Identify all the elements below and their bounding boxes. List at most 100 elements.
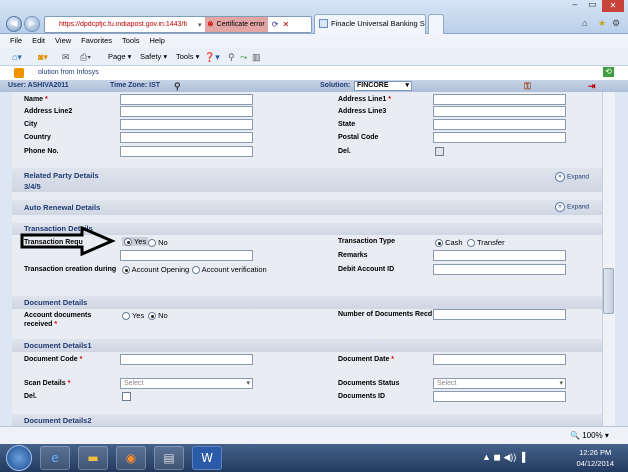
tab-finacle[interactable]: Finacle Universal Banking S...	[314, 14, 426, 34]
creation-during-label: Transaction creation during	[24, 266, 117, 273]
feeds-icon[interactable]: ◙▾	[38, 48, 48, 66]
auto-renewal-section: Auto Renewal Details	[12, 200, 602, 215]
new-tab-button[interactable]	[428, 14, 444, 34]
name-label: Name *	[24, 96, 48, 103]
doc-code-input[interactable]	[120, 354, 253, 365]
scan-details-select[interactable]: Select	[120, 378, 253, 389]
doc-date-input[interactable]	[433, 354, 566, 365]
radio-unselected[interactable]	[467, 239, 475, 248]
search-icon[interactable]: ⚲	[174, 80, 181, 92]
radio-unselected[interactable]	[192, 266, 200, 275]
menu-file[interactable]: File	[10, 34, 22, 48]
address-line3-input[interactable]	[433, 106, 566, 117]
maximize-button[interactable]: ▭	[588, 0, 597, 10]
stop-icon[interactable]: ✕	[282, 20, 289, 29]
back-icon[interactable]: ◀	[6, 16, 22, 32]
favorites-star-icon[interactable]: ★	[598, 18, 606, 29]
menu-tools[interactable]: Tools	[122, 34, 140, 48]
address-line2-input[interactable]	[120, 106, 253, 117]
radio-unselected[interactable]	[122, 312, 130, 321]
stats-icon[interactable]: ▥	[252, 48, 261, 66]
menu-help[interactable]: Help	[150, 34, 165, 48]
home-icon[interactable]: ⌂▾	[12, 48, 22, 66]
account-verification-option[interactable]: Account verification	[192, 265, 267, 275]
city-input[interactable]	[120, 119, 253, 130]
state-input[interactable]	[433, 119, 566, 130]
minimize-button[interactable]: ‒	[572, 0, 578, 10]
tools-menu[interactable]: Tools ▾	[176, 48, 199, 66]
home-icon[interactable]: ⌂	[582, 18, 587, 28]
radio-selected[interactable]	[435, 239, 443, 248]
refresh-icon[interactable]: ⟳	[272, 20, 279, 29]
country-input[interactable]	[120, 132, 253, 143]
safety-menu[interactable]: Safety ▾	[140, 48, 167, 66]
menu-view[interactable]: View	[55, 34, 71, 48]
start-button[interactable]	[6, 445, 32, 471]
key-icon[interactable]: ⚿	[524, 80, 531, 92]
solution-label: Solution:	[320, 82, 351, 89]
phone-input[interactable]	[120, 146, 253, 157]
help-icon[interactable]: ❓▾	[204, 48, 220, 66]
num-docs-input[interactable]	[433, 309, 566, 320]
debit-account-input[interactable]	[433, 264, 566, 275]
doc-del-label: Del.	[24, 393, 37, 400]
del-checkbox[interactable]	[435, 147, 444, 156]
account-opening-option[interactable]: Account Opening	[122, 265, 189, 275]
zoom-control[interactable]: 🔍 100% ▾	[570, 427, 609, 445]
radio-selected[interactable]	[124, 238, 132, 247]
tran-type-transfer[interactable]: Transfer	[467, 238, 505, 248]
firefox-icon[interactable]: ◉	[116, 446, 146, 470]
docs-received-yes[interactable]: Yes	[122, 311, 144, 321]
taskbar: e ▬ ◉ ▤ W ▲ ◼ ◀)) ▐ 12:26 PM 04/12/2014	[0, 444, 628, 472]
folder-icon[interactable]: ▬	[78, 446, 108, 470]
radio-unselected[interactable]	[148, 239, 156, 248]
related-party-expand[interactable]: » Expand	[555, 172, 589, 182]
mail-icon[interactable]: ✉	[62, 48, 70, 66]
tran-required-no[interactable]: No	[148, 238, 168, 248]
address-line1-label: Address Line1 *	[338, 96, 391, 103]
close-window-button[interactable]: ✕	[602, 0, 624, 12]
postal-code-input[interactable]	[433, 132, 566, 143]
tran-required-yes[interactable]: Yes	[122, 237, 149, 247]
scrollbar[interactable]	[602, 92, 615, 426]
url-text[interactable]: https://dpdcpfjc.fu.indiapost.gov.in:144…	[45, 21, 195, 28]
required-marker: *	[45, 96, 48, 103]
doc-del-checkbox[interactable]	[122, 392, 131, 401]
page-menu[interactable]: Page ▾	[108, 48, 131, 66]
menu-favorites[interactable]: Favorites	[81, 34, 112, 48]
refresh-app-icon[interactable]: ⟲	[603, 67, 614, 77]
auto-renewal-expand[interactable]: » Expand	[555, 202, 589, 212]
translate-icon[interactable]: ⤳	[240, 48, 247, 66]
address-line1-input[interactable]	[433, 94, 566, 105]
ie-icon[interactable]: e	[40, 446, 70, 470]
doc-id-input[interactable]	[433, 391, 566, 402]
doc-status-select[interactable]: Select	[433, 378, 566, 389]
error-icon: ⊗	[207, 21, 214, 28]
docs-received-no[interactable]: No	[148, 311, 168, 321]
address-bar[interactable]: https://dpdcpfjc.fu.indiapost.gov.in:144…	[44, 16, 312, 33]
research-icon[interactable]: ⚲	[228, 48, 235, 66]
solution-select[interactable]: FINCORE ▾	[354, 81, 412, 91]
docs-received-label: Account documents received *	[24, 312, 92, 328]
tran-amount-input[interactable]	[120, 250, 253, 261]
logout-icon[interactable]: ⇥	[588, 80, 596, 92]
print-icon[interactable]: ⎙▾	[80, 48, 91, 66]
required-marker: *	[388, 96, 391, 103]
word-icon[interactable]: W	[192, 446, 222, 470]
tran-type-cash[interactable]: Cash	[435, 238, 463, 248]
page-icon	[319, 19, 328, 28]
remarks-input[interactable]	[433, 250, 566, 261]
radio-selected[interactable]	[148, 312, 156, 321]
gear-icon[interactable]: ⚙	[612, 18, 620, 29]
tray-icons[interactable]: ▲ ◼ ◀)) ▐	[482, 452, 525, 463]
forward-icon[interactable]: ▶	[24, 16, 40, 32]
menu-bar: File Edit View Favorites Tools Help	[0, 34, 628, 48]
app-window-icon[interactable]: ▤	[154, 446, 184, 470]
certificate-error-badge[interactable]: ⊗ Certificate error	[204, 17, 268, 32]
system-clock[interactable]: 12:26 PM 04/12/2014	[576, 447, 614, 469]
dropdown-icon[interactable]: ▾	[198, 21, 202, 29]
scrollbar-thumb[interactable]	[603, 268, 614, 314]
radio-selected[interactable]	[122, 266, 130, 275]
name-input[interactable]	[120, 94, 253, 105]
menu-edit[interactable]: Edit	[32, 34, 45, 48]
